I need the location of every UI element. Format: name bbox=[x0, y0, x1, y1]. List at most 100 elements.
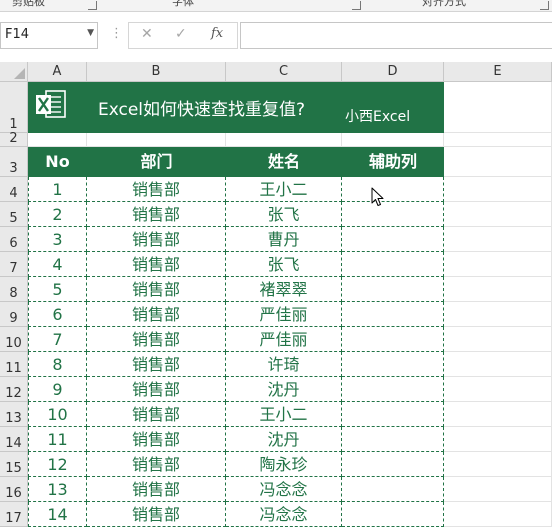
column-header-c[interactable]: C bbox=[226, 62, 342, 82]
cell-no[interactable]: 1 bbox=[28, 177, 87, 202]
insert-function-button[interactable]: fx bbox=[211, 26, 223, 41]
cell[interactable] bbox=[444, 227, 552, 252]
row-header-9[interactable]: 9 bbox=[0, 302, 28, 327]
column-header-a[interactable]: A bbox=[28, 62, 87, 82]
row-header-17[interactable]: 17 bbox=[0, 502, 28, 527]
dialog-launcher-icon[interactable] bbox=[352, 1, 361, 10]
cell-name[interactable]: 沈丹 bbox=[226, 377, 342, 402]
cell-no[interactable]: 4 bbox=[28, 252, 87, 277]
cell-helper[interactable] bbox=[342, 302, 444, 327]
cell-no[interactable]: 13 bbox=[28, 477, 87, 502]
cell-dept[interactable]: 销售部 bbox=[87, 177, 226, 202]
dialog-launcher-icon[interactable] bbox=[88, 1, 97, 10]
cell[interactable] bbox=[444, 477, 552, 502]
dialog-launcher-icon[interactable] bbox=[540, 1, 549, 10]
table-header-no[interactable]: No bbox=[28, 147, 87, 177]
cell-no[interactable]: 10 bbox=[28, 402, 87, 427]
cell-helper[interactable] bbox=[342, 202, 444, 227]
cell-no[interactable]: 2 bbox=[28, 202, 87, 227]
cell-helper[interactable] bbox=[342, 352, 444, 377]
cell[interactable] bbox=[444, 277, 552, 302]
formula-input[interactable] bbox=[240, 22, 552, 49]
check-icon[interactable]: ✓ bbox=[175, 26, 187, 42]
cell[interactable] bbox=[444, 202, 552, 227]
cell-no[interactable]: 9 bbox=[28, 377, 87, 402]
cell-dept[interactable]: 销售部 bbox=[87, 427, 226, 452]
cell-name[interactable]: 冯念念 bbox=[226, 502, 342, 527]
cell-dept[interactable]: 销售部 bbox=[87, 327, 226, 352]
cell-dept[interactable]: 销售部 bbox=[87, 502, 226, 527]
cell-no[interactable]: 12 bbox=[28, 452, 87, 477]
row-header-15[interactable]: 15 bbox=[0, 452, 28, 477]
cell-helper[interactable] bbox=[342, 252, 444, 277]
cell-name[interactable]: 褚翠翠 bbox=[226, 277, 342, 302]
column-header-d[interactable]: D bbox=[342, 62, 444, 82]
title-banner[interactable]: Excel如何快速查找重复值? 小西Excel bbox=[28, 82, 444, 133]
cell-dept[interactable]: 销售部 bbox=[87, 252, 226, 277]
row-header-10[interactable]: 10 bbox=[0, 327, 28, 352]
cell-no[interactable]: 6 bbox=[28, 302, 87, 327]
cell[interactable] bbox=[444, 352, 552, 377]
row-header-4[interactable]: 4 bbox=[0, 177, 28, 202]
cell-helper[interactable] bbox=[342, 177, 444, 202]
cell-helper[interactable] bbox=[342, 227, 444, 252]
cell-name[interactable]: 陶永珍 bbox=[226, 452, 342, 477]
row-header-7[interactable]: 7 bbox=[0, 252, 28, 277]
cell-no[interactable]: 3 bbox=[28, 227, 87, 252]
cell-name[interactable]: 严佳丽 bbox=[226, 302, 342, 327]
cell-name[interactable]: 张飞 bbox=[226, 202, 342, 227]
row-header-2[interactable]: 2 bbox=[0, 132, 28, 147]
table-header-name[interactable]: 姓名 bbox=[226, 147, 342, 177]
cell[interactable] bbox=[444, 502, 552, 527]
cell-dept[interactable]: 销售部 bbox=[87, 402, 226, 427]
cell-name[interactable]: 冯念念 bbox=[226, 477, 342, 502]
cell-helper[interactable] bbox=[342, 502, 444, 527]
cell-dept[interactable]: 销售部 bbox=[87, 302, 226, 327]
cell-dept[interactable]: 销售部 bbox=[87, 352, 226, 377]
cell-name[interactable]: 王小二 bbox=[226, 177, 342, 202]
row-header-8[interactable]: 8 bbox=[0, 277, 28, 302]
cell[interactable] bbox=[444, 147, 552, 177]
row-header-13[interactable]: 13 bbox=[0, 402, 28, 427]
cell-name[interactable]: 沈丹 bbox=[226, 427, 342, 452]
cell-name[interactable]: 曹丹 bbox=[226, 227, 342, 252]
select-all-button[interactable] bbox=[0, 62, 28, 82]
close-icon[interactable]: ✕ bbox=[141, 26, 153, 42]
row-header-12[interactable]: 12 bbox=[0, 377, 28, 402]
cell-helper[interactable] bbox=[342, 402, 444, 427]
cell[interactable] bbox=[444, 252, 552, 277]
cell[interactable] bbox=[87, 133, 226, 147]
cell-no[interactable]: 14 bbox=[28, 502, 87, 527]
cell-helper[interactable] bbox=[342, 377, 444, 402]
cell-dept[interactable]: 销售部 bbox=[87, 202, 226, 227]
cell[interactable] bbox=[342, 133, 444, 147]
cell-name[interactable]: 王小二 bbox=[226, 402, 342, 427]
cell-no[interactable]: 7 bbox=[28, 327, 87, 352]
table-header-dept[interactable]: 部门 bbox=[87, 147, 226, 177]
row-header-11[interactable]: 11 bbox=[0, 352, 28, 377]
cell-helper[interactable] bbox=[342, 277, 444, 302]
row-header-3[interactable]: 3 bbox=[0, 147, 28, 177]
row-header-5[interactable]: 5 bbox=[0, 202, 28, 227]
cell-helper[interactable] bbox=[342, 327, 444, 352]
row-header-16[interactable]: 16 bbox=[0, 477, 28, 502]
cell[interactable] bbox=[444, 302, 552, 327]
column-header-e[interactable]: E bbox=[444, 62, 552, 82]
cell-no[interactable]: 5 bbox=[28, 277, 87, 302]
row-header-6[interactable]: 6 bbox=[0, 227, 28, 252]
table-header-helper[interactable]: 辅助列 bbox=[342, 147, 444, 177]
cell-dept[interactable]: 销售部 bbox=[87, 377, 226, 402]
cell-helper[interactable] bbox=[342, 477, 444, 502]
cell[interactable] bbox=[444, 452, 552, 477]
cell[interactable] bbox=[444, 82, 552, 133]
chevron-down-icon[interactable]: ▼ bbox=[87, 28, 94, 38]
cell-dept[interactable]: 销售部 bbox=[87, 227, 226, 252]
cell[interactable] bbox=[444, 133, 552, 147]
cell-helper[interactable] bbox=[342, 452, 444, 477]
cell[interactable] bbox=[28, 133, 87, 147]
cell-dept[interactable]: 销售部 bbox=[87, 452, 226, 477]
row-header-1[interactable]: 1 bbox=[0, 82, 28, 133]
cell-name[interactable]: 张飞 bbox=[226, 252, 342, 277]
cell[interactable] bbox=[444, 402, 552, 427]
cell-dept[interactable]: 销售部 bbox=[87, 277, 226, 302]
